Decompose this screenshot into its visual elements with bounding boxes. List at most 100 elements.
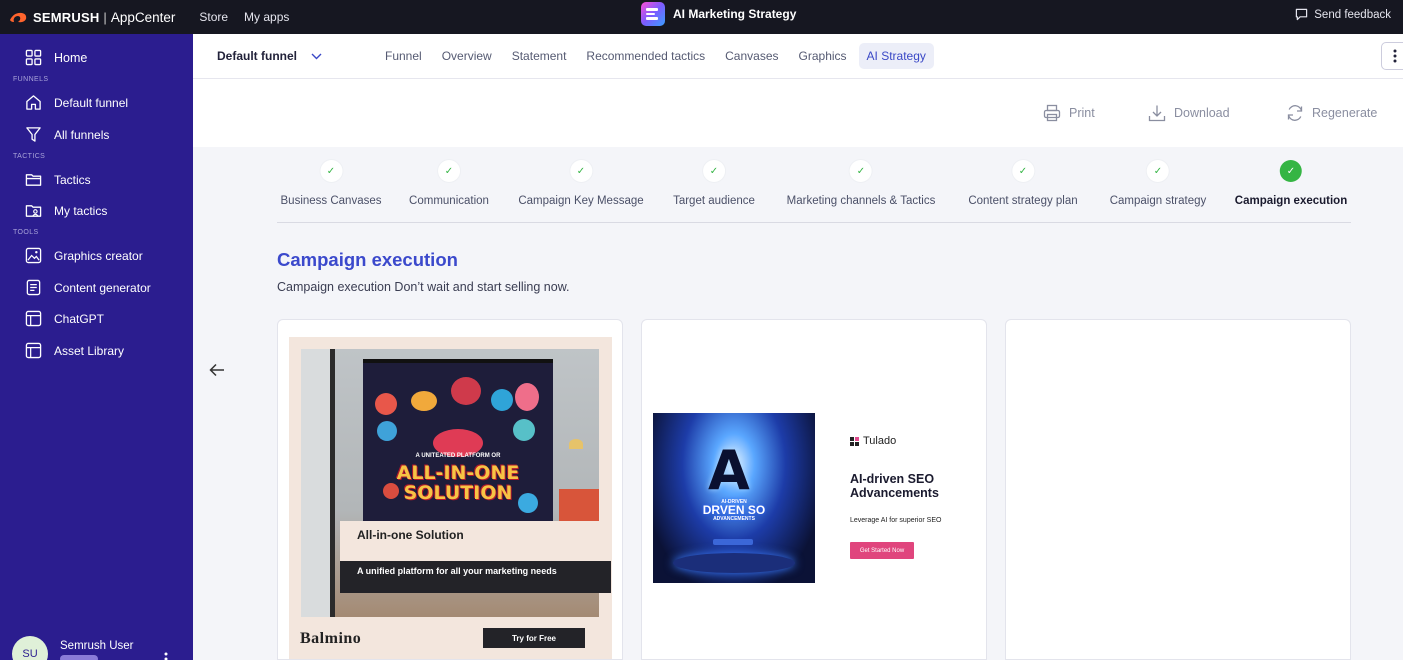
more-options-button[interactable]	[1381, 42, 1403, 70]
creative-letter: A	[708, 439, 750, 502]
creative-headline: AI-driven SEO Advancements	[850, 472, 939, 500]
step-marketing-channels-tactics[interactable]: ✓ Marketing channels & Tactics	[786, 147, 936, 207]
sidebar-section-tools: TOOLS	[13, 229, 39, 236]
check-icon: ✓	[1280, 160, 1302, 182]
creative-brand-name: Tulado	[863, 435, 897, 447]
step-campaign-key-message[interactable]: ✓ Campaign Key Message	[518, 147, 644, 207]
funnel-tabs: Funnel Overview Statement Recommended ta…	[377, 43, 934, 69]
layout-icon	[25, 342, 42, 359]
feedback-icon	[1296, 8, 1308, 21]
creative-card-3[interactable]	[1005, 319, 1351, 660]
step-label: Business Canvases	[280, 195, 382, 207]
printer-icon	[1043, 104, 1061, 122]
tab-recommended-tactics[interactable]: Recommended tactics	[578, 43, 713, 69]
tab-funnel[interactable]: Funnel	[377, 43, 430, 69]
creative-image-text: AI-DRIVEN DRVEN SO ADVANCEMENTS	[653, 499, 815, 522]
refresh-icon	[1287, 105, 1303, 121]
creative-heading: All-in-one Solution	[357, 528, 464, 542]
creative-card-1[interactable]: A UNITEATED PLATFORM OR ALL-IN-ONE SOLUT…	[277, 319, 623, 660]
step-communication[interactable]: ✓ Communication	[409, 147, 489, 207]
sidebar-item-label: ChatGPT	[54, 311, 105, 326]
step-target-audience[interactable]: ✓ Target audience	[673, 147, 755, 207]
image-text-2: DRVEN SO	[702, 503, 766, 517]
semrush-logo[interactable]: SEMRUSH | AppCenter	[8, 10, 175, 25]
sidebar-item-content-generator[interactable]: Content generator	[25, 279, 151, 296]
store-link[interactable]: Store	[199, 10, 228, 24]
sidebar-item-label: Home	[54, 50, 88, 65]
creative-headline-line-2: Advancements	[850, 486, 939, 500]
creative-headline-line-1: AI-driven SEO	[850, 472, 935, 486]
my-apps-link[interactable]: My apps	[244, 10, 289, 24]
sidebar-item-tactics[interactable]: Tactics	[25, 171, 91, 188]
semrush-flame-icon	[10, 12, 27, 23]
app-title-text: AI Marketing Strategy	[673, 7, 797, 21]
check-icon: ✓	[569, 160, 592, 182]
stage-illustration	[673, 553, 795, 573]
user-profile[interactable]: SU Semrush User	[12, 636, 134, 660]
app-title: AI Marketing Strategy	[641, 2, 796, 26]
step-campaign-strategy[interactable]: ✓ Campaign strategy	[1109, 147, 1207, 207]
check-icon: ✓	[1011, 160, 1034, 182]
sidebar-item-graphics-creator[interactable]: Graphics creator	[25, 247, 143, 264]
tab-graphics[interactable]: Graphics	[791, 43, 855, 69]
creative-heading-box: All-in-one Solution	[340, 521, 599, 563]
arrow-left-icon[interactable]	[208, 362, 226, 378]
regenerate-button[interactable]: Regenerate	[1286, 104, 1377, 122]
window-icon	[25, 310, 42, 327]
sidebar-item-asset-library[interactable]: Asset Library	[25, 342, 124, 359]
step-label: Marketing channels & Tactics	[786, 195, 936, 207]
funnel-header: Default funnel Funnel Overview Statement…	[193, 34, 1403, 79]
user-menu-button[interactable]	[164, 652, 168, 660]
print-button[interactable]: Print	[1043, 104, 1095, 122]
tab-canvases[interactable]: Canvases	[717, 43, 786, 69]
tab-ai-strategy[interactable]: AI Strategy	[858, 43, 934, 69]
action-bar: Print Download Regenerate	[193, 79, 1403, 147]
funnel-icon	[26, 127, 41, 142]
poster-illustration: A UNITEATED PLATFORM OR ALL-IN-ONE SOLUT…	[363, 359, 553, 531]
sidebar-item-home[interactable]: Home	[25, 49, 87, 66]
poster-line-1: ALL-IN-ONE	[396, 462, 520, 484]
app-center-label: AppCenter	[110, 9, 176, 25]
creative-cta: Try for Free	[483, 628, 585, 648]
sidebar-item-label: Asset Library	[54, 343, 125, 358]
ad-creative: A UNITEATED PLATFORM OR ALL-IN-ONE SOLUT…	[289, 337, 612, 659]
step-label: Communication	[409, 195, 489, 207]
sidebar-item-label: Content generator	[54, 280, 151, 295]
sidebar-item-my-tactics[interactable]: My tactics	[25, 202, 107, 219]
tab-statement[interactable]: Statement	[504, 43, 575, 69]
section-title: Campaign execution	[277, 249, 458, 270]
chevron-down-icon	[311, 53, 322, 59]
step-label: Target audience	[673, 195, 755, 207]
sidebar-item-all-funnels[interactable]: All funnels	[25, 126, 109, 143]
check-icon: ✓	[320, 160, 342, 182]
lamp-illustration	[569, 439, 583, 449]
check-icon: ✓	[1147, 160, 1169, 182]
creative-image: A AI-DRIVEN DRVEN SO ADVANCEMENTS	[653, 413, 815, 583]
check-icon: ✓	[703, 160, 725, 182]
sidebar: Home FUNNELS Default funnel All funnels …	[0, 34, 193, 660]
funnel-select[interactable]: Default funnel	[217, 49, 377, 63]
image-cta-bar	[713, 539, 753, 545]
sidebar-item-label: All funnels	[54, 127, 110, 142]
sidebar-item-label: Tactics	[54, 172, 91, 187]
creative-card-2[interactable]: A AI-DRIVEN DRVEN SO ADVANCEMENTS Tulado…	[641, 319, 987, 660]
step-business-canvases[interactable]: ✓ Business Canvases	[281, 147, 382, 207]
image-icon	[25, 247, 42, 264]
send-feedback-button[interactable]: Send feedback	[1295, 8, 1391, 21]
check-icon: ✓	[438, 160, 460, 182]
user-name: Semrush User	[60, 640, 134, 652]
download-button[interactable]: Download	[1148, 104, 1230, 122]
plan-badge	[60, 655, 98, 660]
sidebar-item-label: Default funnel	[54, 95, 129, 110]
tab-overview[interactable]: Overview	[434, 43, 500, 69]
creative-brand: Tulado	[850, 435, 896, 447]
more-vertical-icon	[1393, 49, 1397, 63]
step-label: Campaign Key Message	[518, 195, 644, 207]
step-label: Campaign strategy	[1109, 195, 1207, 207]
step-campaign-execution[interactable]: ✓ Campaign execution	[1235, 147, 1347, 207]
creative-subheading-box: A unified platform for all your marketin…	[340, 561, 611, 593]
sidebar-item-default-funnel[interactable]: Default funnel	[25, 94, 128, 111]
image-text-3: ADVANCEMENTS	[713, 516, 755, 522]
step-content-strategy-plan[interactable]: ✓ Content strategy plan	[968, 147, 1078, 207]
sidebar-item-chatgpt[interactable]: ChatGPT	[25, 310, 104, 327]
